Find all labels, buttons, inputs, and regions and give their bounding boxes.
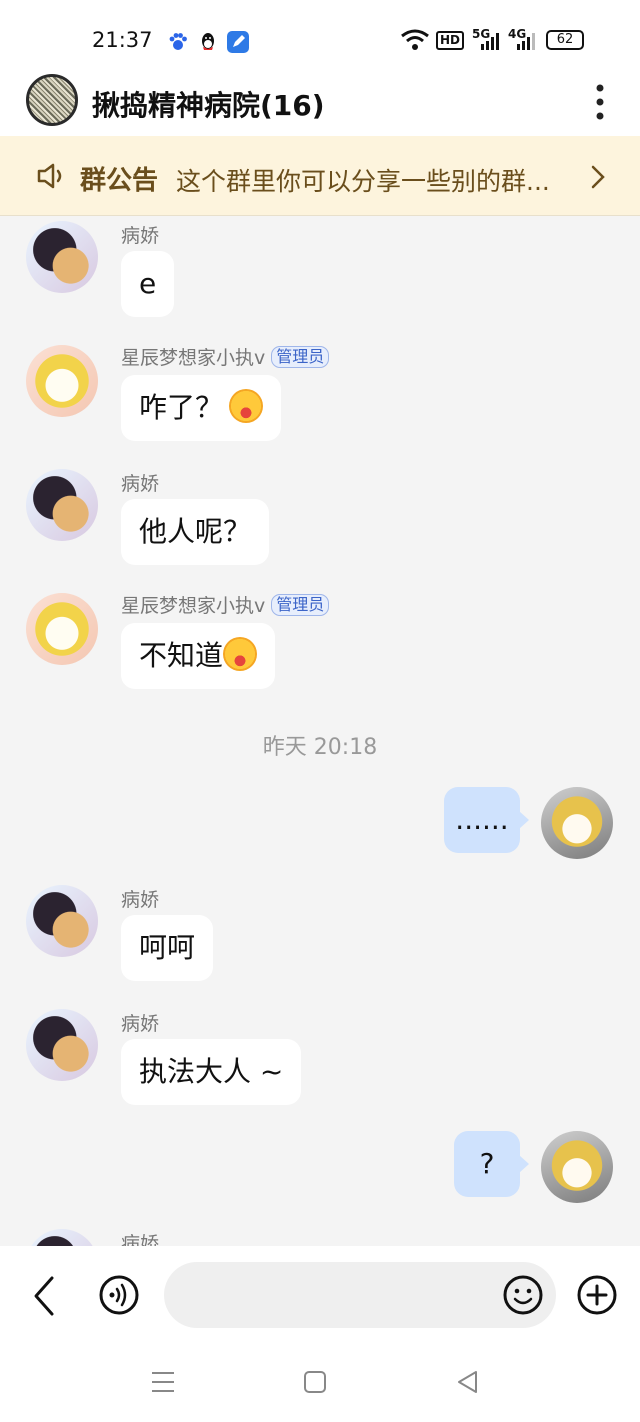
sender-avatar[interactable] (26, 593, 98, 665)
edit-app-icon (227, 31, 249, 53)
group-avatar[interactable] (26, 74, 78, 126)
chevron-right-icon (591, 165, 605, 189)
sender-name: 星辰梦想家小执v 管理员 (121, 591, 330, 618)
signal-5g-icon (481, 33, 499, 50)
sender-avatar[interactable] (26, 885, 98, 957)
message-bubble[interactable]: ? (454, 1131, 529, 1197)
sender-avatar[interactable] (26, 345, 98, 417)
message-text: 他人呢？ (139, 515, 252, 548)
sender-avatar[interactable] (26, 469, 98, 541)
sender-name-text: 星辰梦想家小执v (121, 347, 266, 369)
sender-name: 病娇 (121, 1233, 160, 1247)
home-icon[interactable] (303, 1370, 327, 1394)
chat-screen: 21:37 HD 5G 4G 62 揪捣精神病院(16) 群公告 这个群里你可以… (0, 0, 640, 1422)
emoji-icon[interactable] (502, 1274, 544, 1316)
back-icon[interactable] (30, 1274, 58, 1318)
my-avatar[interactable] (541, 1131, 613, 1203)
message-bubble[interactable]: 他人呢？ (121, 499, 270, 565)
message-text: ...... (455, 803, 509, 836)
sender-avatar[interactable] (26, 1009, 98, 1081)
message-bubble[interactable]: 咋了？ (121, 375, 282, 441)
speaker-icon (37, 163, 62, 189)
message-text: 不知道 (139, 639, 224, 672)
announcement-title: 群公告 (80, 166, 159, 196)
message-bubble[interactable]: ...... (444, 787, 529, 853)
sender-avatar[interactable] (26, 1229, 98, 1247)
admin-badge: 管理员 (271, 594, 330, 616)
my-avatar[interactable] (541, 787, 613, 859)
qq-icon (202, 33, 214, 50)
message-list[interactable]: 病娇 e 星辰梦想家小执v 管理员 咋了？ 病娇 他人呢？ 星辰梦想家小执v 管理员 (0, 217, 640, 1247)
battery-indicator: 62 (546, 30, 584, 50)
system-nav-bar (0, 1346, 640, 1422)
chat-header: 揪捣精神病院(16) (0, 68, 640, 136)
plus-icon[interactable] (576, 1274, 618, 1316)
message-text: 咋了？ (139, 391, 224, 424)
group-title[interactable]: 揪捣精神病院(16) (92, 84, 325, 124)
sender-name: 病娇 (121, 473, 160, 495)
input-bar (0, 1246, 640, 1346)
message-bubble[interactable]: 不知道 (121, 623, 276, 689)
vertical-dots-icon[interactable] (588, 82, 612, 122)
message-text: 执法大人 ~ (139, 1055, 284, 1088)
message-timestamp: 昨天 20:18 (262, 735, 378, 760)
message-text: 呵呵 (139, 931, 196, 964)
menu-icon[interactable] (150, 1370, 176, 1394)
sender-avatar[interactable] (26, 221, 98, 293)
baidu-icon (169, 33, 187, 50)
message-bubble[interactable]: e (121, 251, 175, 317)
wifi-icon (401, 29, 429, 50)
message-text: ? (479, 1147, 495, 1180)
sender-name: 星辰梦想家小执v 管理员 (121, 343, 330, 370)
drooling-face-emoji (229, 389, 264, 423)
voice-icon[interactable] (98, 1274, 140, 1316)
message-bubble[interactable]: 呵呵 (121, 915, 214, 981)
message-text: e (139, 267, 157, 300)
sender-name: 病娇 (121, 889, 160, 911)
drooling-face-emoji (223, 637, 258, 671)
message-input[interactable] (164, 1262, 556, 1328)
sender-name-text: 星辰梦想家小执v (121, 595, 266, 617)
sender-name: 病娇 (121, 225, 160, 247)
hd-indicator: HD (436, 31, 465, 50)
signal-4g-icon (517, 33, 535, 50)
status-time: 21:37 (92, 28, 153, 52)
message-bubble[interactable]: 执法大人 ~ (121, 1039, 302, 1105)
announcement-text: 这个群里你可以分享一些别的群... (176, 167, 550, 196)
sender-name: 病娇 (121, 1013, 160, 1035)
back-triangle-icon[interactable] (456, 1370, 480, 1394)
admin-badge: 管理员 (271, 346, 330, 368)
group-announcement[interactable]: 群公告 这个群里你可以分享一些别的群... (0, 136, 640, 216)
